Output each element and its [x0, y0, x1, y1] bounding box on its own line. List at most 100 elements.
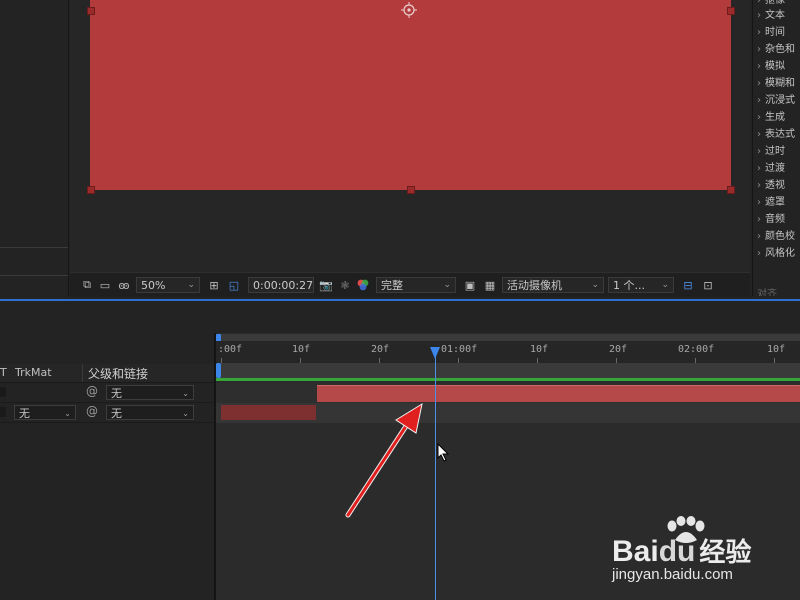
region-of-interest-icon[interactable]: ▣ [460, 277, 480, 293]
zoom-value: 50% [141, 278, 166, 292]
resolution-value: 完整 [381, 279, 403, 292]
work-area-start-handle[interactable] [216, 363, 221, 378]
effect-category[interactable]: › 文本 [757, 7, 785, 24]
views-value: 1 个... [613, 279, 645, 292]
chevron-right-icon: › [757, 61, 761, 72]
annotation-arrow-icon [345, 402, 423, 518]
chevron-right-icon: › [757, 0, 761, 6]
chevron-down-icon: ⌄ [591, 280, 599, 290]
zoom-dropdown[interactable]: 50% ⌄ [136, 277, 200, 293]
ruler-label: 20f [371, 344, 390, 355]
chevron-right-icon: › [757, 95, 761, 106]
effect-category[interactable]: › 音频 [757, 211, 785, 228]
camera-dropdown[interactable]: 活动摄像机 ⌄ [502, 277, 604, 293]
chevron-down-icon: ⌄ [187, 280, 195, 290]
chevron-right-icon: › [757, 214, 761, 225]
effect-category[interactable]: › 过时 [757, 143, 785, 160]
mask-path-icon[interactable]: ◱ [224, 277, 244, 293]
ruler-label: :00f [218, 344, 243, 355]
layer-duration-bar[interactable] [221, 405, 316, 420]
effect-category[interactable]: › 模糊和 [757, 75, 795, 92]
chevron-right-icon: › [757, 180, 761, 191]
layer-row[interactable]: @ 无 ⌄ [0, 383, 214, 403]
chevron-right-icon: › [757, 129, 761, 140]
project-panel [0, 0, 69, 296]
transform-handle[interactable] [727, 7, 735, 15]
effect-category[interactable]: › 遮罩 [757, 194, 785, 211]
ruler-label: 20f [609, 344, 628, 355]
solid-layer[interactable] [90, 0, 731, 190]
viewer-toolbar: ⧉ ▭ ꙭ 50% ⌄ ⊞ ◱ 0:00:00:27 📷 ❃ 完整 ⌄ ▣ ▦ 活动… [70, 272, 750, 297]
chevron-right-icon: › [757, 163, 761, 174]
resolution-dropdown[interactable]: 完整 ⌄ [376, 277, 456, 293]
chevron-right-icon: › [757, 248, 761, 259]
timecode: 0:00:00:27 [253, 278, 314, 292]
work-area-bar[interactable] [216, 363, 800, 379]
views-dropdown[interactable]: 1 个... ⌄ [608, 277, 674, 293]
display-icon[interactable]: ▭ [96, 277, 114, 293]
t-column-label: T [0, 366, 7, 379]
ruler-label: 10f [292, 344, 311, 355]
chevron-right-icon: › [757, 78, 761, 89]
effects-presets-panel: › 抠像 › 文本 › 时间 › 杂色和 › 模拟 › 模糊和 › 沉浸式 › 生成 › 表达式 … [752, 0, 800, 296]
parent-dropdown[interactable]: 无 ⌄ [106, 405, 194, 420]
anchor-point-icon[interactable] [401, 2, 417, 18]
ruler-label: 10f [530, 344, 549, 355]
snapshot-camera-icon[interactable]: 📷 [316, 277, 336, 293]
chevron-right-icon: › [757, 231, 761, 242]
playhead-line[interactable] [435, 350, 436, 600]
effect-category[interactable]: › 表达式 [757, 126, 795, 143]
color-channels-icon[interactable] [354, 277, 372, 293]
effect-category[interactable]: › 过渡 [757, 160, 785, 177]
transform-handle[interactable] [87, 7, 95, 15]
trkmat-column-label[interactable]: TrkMat [15, 366, 52, 379]
chevron-down-icon: ⌄ [443, 280, 451, 290]
effect-category[interactable]: › 颜色校 [757, 228, 795, 245]
transform-handle[interactable] [407, 186, 415, 194]
chevron-down-icon: ⌄ [661, 280, 669, 290]
timeline-header [0, 301, 800, 333]
layer-row[interactable]: 无 ⌄ @ 无 ⌄ [0, 403, 214, 423]
baidu-jingyan-watermark: Baidu 经验 jingyan.baidu.com [612, 516, 800, 586]
always-preview-icon[interactable]: ⧉ [78, 277, 96, 293]
effect-category[interactable]: › 风格化 [757, 245, 795, 262]
pick-whip-icon[interactable]: @ [86, 404, 98, 418]
layer-switch[interactable] [0, 387, 6, 397]
chevron-right-icon: › [757, 10, 761, 21]
chevron-down-icon: ⌄ [182, 409, 189, 418]
fast-preview-icon[interactable]: ⊟ [678, 277, 698, 293]
ruler-label: 10f [767, 344, 786, 355]
playhead-marker-icon[interactable] [430, 347, 440, 359]
watermark-logo: Baidu 经验 [612, 535, 752, 568]
trkmat-dropdown[interactable]: 无 ⌄ [14, 405, 76, 420]
column-divider [82, 364, 83, 382]
effect-category[interactable]: › 透视 [757, 177, 785, 194]
show-snapshot-icon[interactable]: ❃ [336, 277, 354, 293]
chevron-down-icon: ⌄ [64, 409, 71, 418]
chevron-down-icon: ⌄ [182, 389, 189, 398]
title-safe-icon[interactable]: ⊞ [204, 277, 224, 293]
chevron-right-icon: › [757, 44, 761, 55]
transparency-grid-icon[interactable]: ▦ [480, 277, 500, 293]
effect-category[interactable]: › 模拟 [757, 58, 785, 75]
watermark-url: jingyan.baidu.com [612, 566, 733, 583]
layer-switch[interactable] [0, 407, 6, 417]
align-panel-tab[interactable]: 对齐 [757, 286, 777, 296]
mask-visibility-icon[interactable]: ꙭ [114, 277, 134, 293]
parent-column-label[interactable]: 父级和链接 [88, 365, 148, 382]
effect-category[interactable]: › 生成 [757, 109, 785, 126]
parent-dropdown[interactable]: 无 ⌄ [106, 385, 194, 400]
reset-exposure-icon[interactable]: ⊡ [698, 277, 718, 293]
current-time-display[interactable]: 0:00:00:27 [248, 277, 314, 293]
effect-category[interactable]: › 沉浸式 [757, 92, 795, 109]
effect-category[interactable]: › 杂色和 [757, 41, 795, 58]
mouse-cursor-icon [437, 443, 450, 462]
effect-category[interactable]: › 时间 [757, 24, 785, 41]
chevron-right-icon: › [757, 112, 761, 123]
pick-whip-icon[interactable]: @ [86, 384, 98, 398]
chevron-right-icon: › [757, 27, 761, 38]
transform-handle[interactable] [87, 186, 95, 194]
time-navigator[interactable] [216, 334, 800, 341]
transform-handle[interactable] [727, 186, 735, 194]
ruler-label: 02:00f [678, 344, 715, 355]
